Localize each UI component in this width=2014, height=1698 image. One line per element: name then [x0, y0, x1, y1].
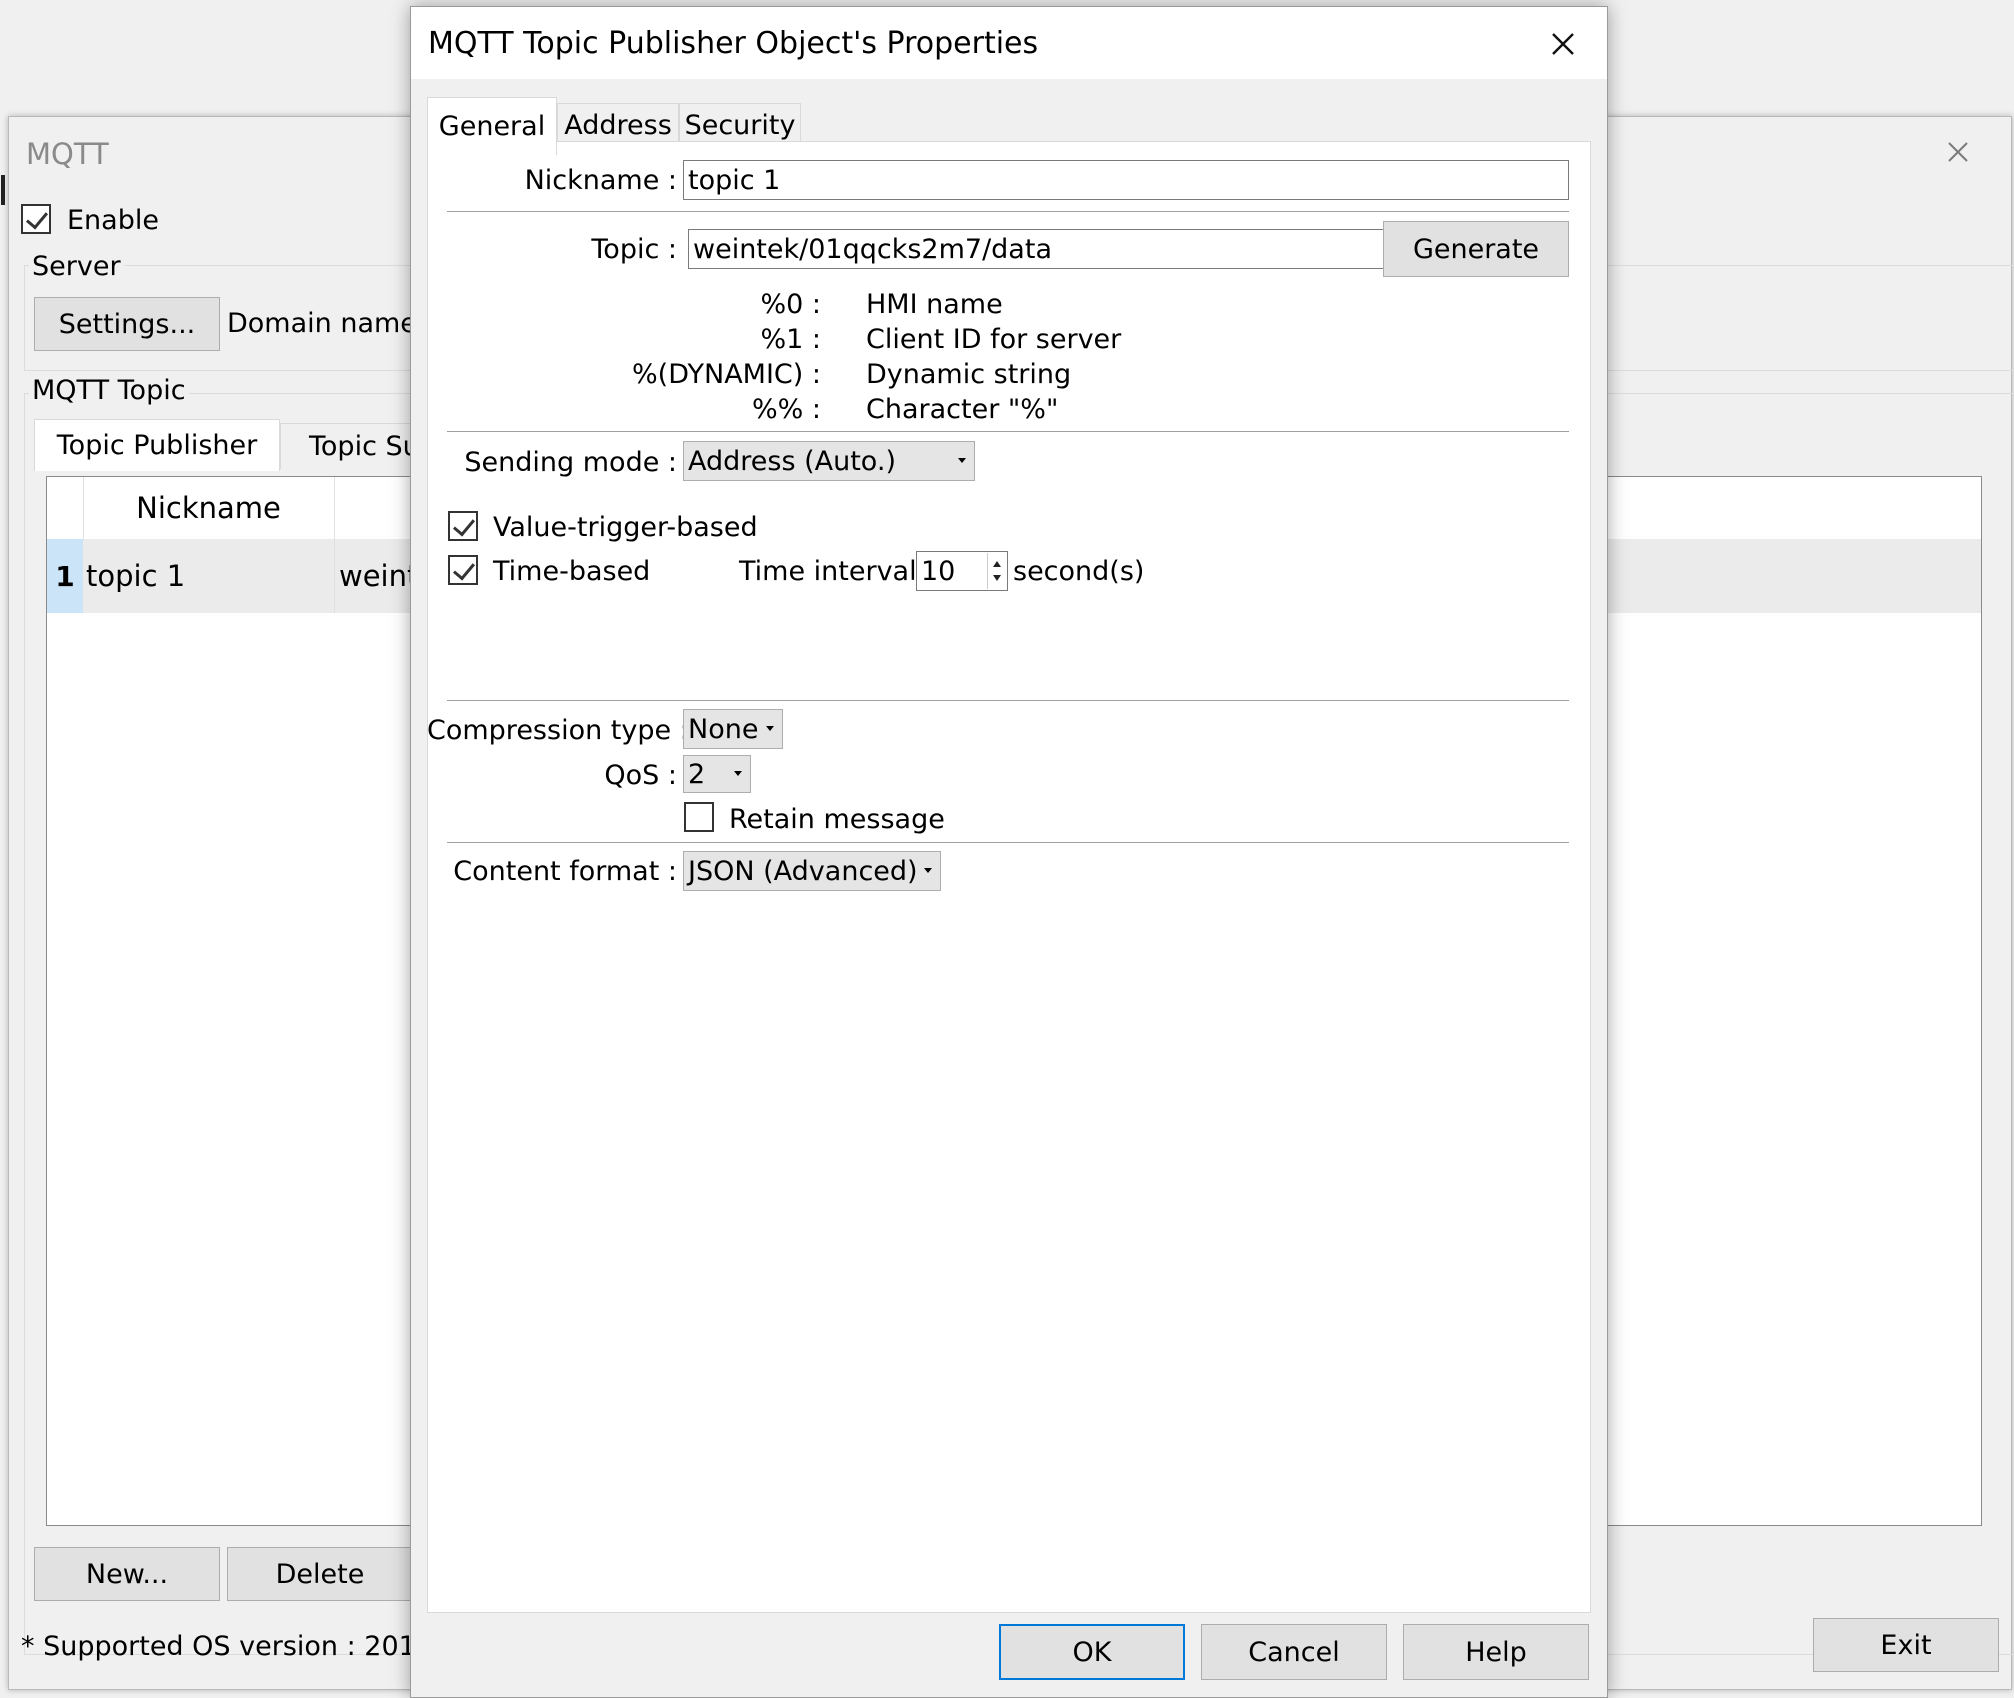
row-index: 1 — [47, 539, 83, 613]
qos-label: QoS : — [604, 760, 677, 791]
settings-button[interactable]: Settings... — [34, 297, 220, 351]
exit-button[interactable]: Exit — [1813, 1618, 1999, 1672]
sending-mode-label: Sending mode : — [464, 447, 677, 478]
placeholder-code-3: %% : — [752, 394, 821, 425]
row-nickname: topic 1 — [86, 559, 186, 593]
close-icon[interactable] — [1943, 137, 1973, 167]
chevron-down-icon — [766, 726, 774, 731]
placeholder-desc-0: HMI name — [866, 289, 1003, 320]
help-button[interactable]: Help — [1403, 1624, 1589, 1680]
value-trigger-checkbox[interactable] — [448, 511, 478, 541]
properties-dialog: MQTT Topic Publisher Object's Properties… — [410, 6, 1608, 1698]
compression-label: Compression type : — [427, 715, 689, 746]
sending-mode-select[interactable]: Address (Auto.) — [683, 441, 975, 481]
delete-button[interactable]: Delete — [227, 1547, 413, 1601]
stepper-icon[interactable] — [987, 553, 1006, 589]
placeholder-desc-1: Client ID for server — [866, 324, 1122, 355]
generate-button[interactable]: Generate — [1383, 221, 1569, 277]
chevron-down-icon — [734, 771, 742, 776]
topic-input[interactable]: weintek/01qqcks2m7/data — [688, 229, 1386, 269]
separator — [447, 700, 1569, 702]
placeholder-code-0: %0 : — [760, 289, 821, 320]
table-corner — [47, 477, 84, 539]
sending-mode-value: Address (Auto.) — [688, 445, 896, 477]
placeholder-code-1: %1 : — [760, 324, 821, 355]
nickname-input[interactable]: topic 1 — [683, 160, 1569, 200]
row-topic: weint — [339, 559, 419, 593]
dialog-title: MQTT Topic Publisher Object's Properties — [428, 26, 1039, 61]
compression-value: None — [688, 713, 759, 745]
column-header-nickname[interactable]: Nickname — [83, 477, 335, 539]
time-interval-input[interactable]: 10 — [916, 551, 1008, 591]
time-interval-value: 10 — [921, 555, 956, 587]
row-divider — [334, 539, 335, 613]
qos-value: 2 — [688, 758, 706, 790]
retain-message-checkbox[interactable] — [684, 802, 714, 832]
placeholder-code-2: %(DYNAMIC) : — [632, 359, 821, 390]
content-format-label: Content format : — [453, 856, 677, 887]
close-icon[interactable] — [1548, 29, 1578, 59]
domain-name-label: Domain name : — [227, 308, 435, 339]
server-group-label: Server — [29, 251, 124, 282]
mqtt-topic-group-label: MQTT Topic — [29, 375, 189, 406]
dialog-titlebar: MQTT Topic Publisher Object's Properties — [411, 7, 1607, 79]
cancel-button[interactable]: Cancel — [1201, 1624, 1387, 1680]
window-edge-mark — [1, 175, 5, 205]
retain-message-label: Retain message — [729, 804, 945, 835]
footer-note: * Supported OS version : 201509 — [21, 1631, 468, 1662]
placeholder-desc-3: Character "%" — [866, 394, 1059, 425]
separator — [447, 842, 1569, 844]
content-format-value: JSON (Advanced) — [688, 855, 918, 887]
enable-checkbox[interactable] — [21, 204, 51, 234]
chevron-down-icon — [958, 458, 966, 463]
nickname-label: Nickname : — [524, 165, 677, 196]
qos-select[interactable]: 2 — [683, 755, 751, 793]
topic-label: Topic : — [591, 234, 677, 265]
content-format-select[interactable]: JSON (Advanced) — [683, 851, 941, 891]
tab-topic-publisher[interactable]: Topic Publisher — [34, 419, 280, 471]
separator — [447, 211, 1569, 213]
enable-label: Enable — [67, 205, 159, 236]
chevron-down-icon — [924, 868, 932, 873]
placeholder-desc-2: Dynamic string — [866, 359, 1072, 390]
time-interval-label: Time interval : — [739, 556, 935, 587]
compression-select[interactable]: None — [683, 709, 783, 749]
value-trigger-label: Value-trigger-based — [493, 512, 758, 543]
window-title: MQTT — [26, 137, 109, 171]
time-based-label: Time-based — [493, 556, 651, 587]
ok-button[interactable]: OK — [999, 1624, 1185, 1680]
new-button[interactable]: New... — [34, 1547, 220, 1601]
separator — [447, 431, 1569, 433]
tab-general[interactable]: General — [427, 97, 557, 155]
time-interval-unit: second(s) — [1013, 556, 1145, 587]
time-based-checkbox[interactable] — [448, 555, 478, 585]
